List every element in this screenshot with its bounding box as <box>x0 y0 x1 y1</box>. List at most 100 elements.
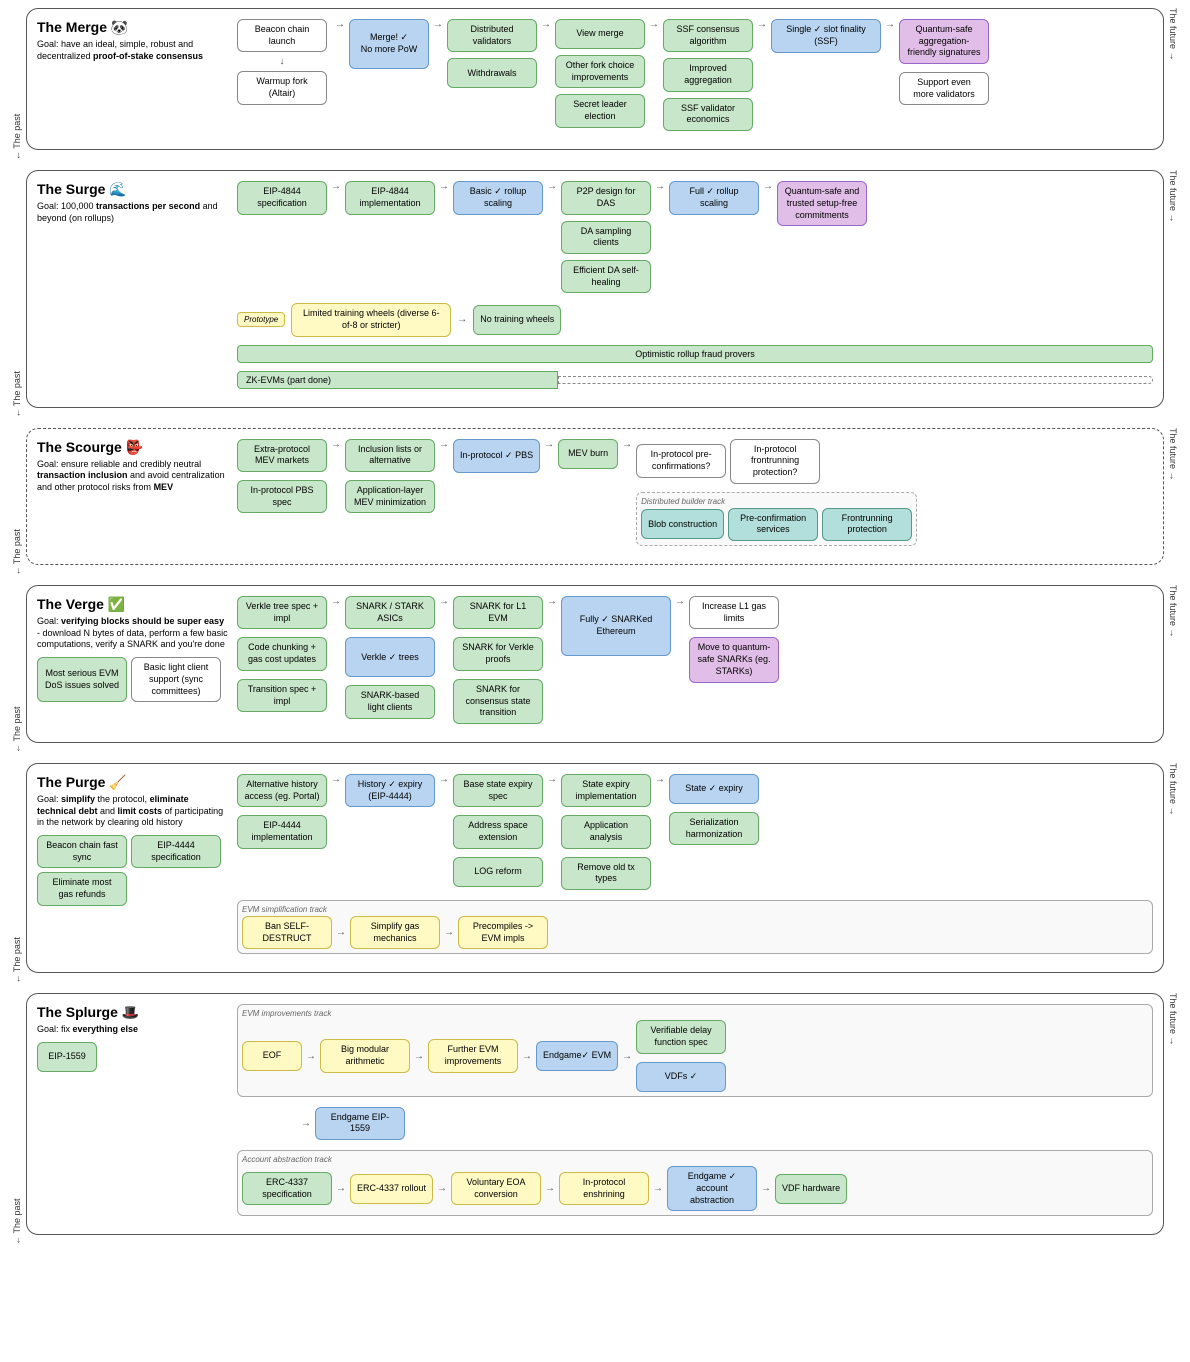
merge-node: Merge! ✓No more PoW <box>349 19 429 69</box>
ban-selfdestruct: Ban SELF-DESTRUCT <box>242 916 332 949</box>
purge-future-label: The future → <box>1164 763 1182 984</box>
app-layer-mev: Application-layer MEV minimization <box>345 480 435 513</box>
snark-verkle-proofs: SNARK for Verkle proofs <box>453 637 543 670</box>
verge-section: ← The past The Verge ✅ Goal: verifying b… <box>8 585 1182 753</box>
splurge-section: ← The past The Splurge 🎩 Goal: fix every… <box>8 993 1182 1245</box>
merge-goal: Goal: have an ideal, simple, robust and … <box>37 39 229 62</box>
merge-future-label: The future → <box>1164 8 1182 160</box>
evm-improvements-label: EVM improvements track <box>242 1009 1148 1018</box>
scarrow3 <box>544 439 554 450</box>
frontrunning-protection: In-protocol frontrunning protection? <box>730 439 820 484</box>
basic-rollup-scaling: Basic ✓ rollup scaling <box>453 181 543 214</box>
splurge-roadmap: The Splurge 🎩 Goal: fix everything else … <box>26 993 1164 1235</box>
code-chunking: Code chunking + gas cost updates <box>237 637 327 670</box>
eip4844-spec: EIP-4844 specification <box>237 181 327 214</box>
verge-roadmap: The Verge ✅ Goal: verifying blocks shoul… <box>26 585 1164 743</box>
scarrow1 <box>331 439 341 450</box>
beacon-chain-fast-sync: Beacon chain fast sync <box>37 835 127 868</box>
surge-future-label: The future → <box>1164 170 1182 418</box>
snark-stark-asics: SNARK / STARK ASICs <box>345 596 435 629</box>
sparrow5 <box>301 1118 311 1129</box>
sarrow3 <box>547 181 557 192</box>
view-merge: View merge <box>555 19 645 49</box>
da-sampling-clients: DA sampling clients <box>561 221 651 254</box>
endgame-account-abstraction: Endgame ✓ account abstraction <box>667 1166 757 1211</box>
limited-training-wheels: Limited training wheels (diverse 6-of-8 … <box>291 303 451 336</box>
most-serious-evm-dos: Most serious EVM DoS issues solved <box>37 657 127 702</box>
distributed-builder-label: Distributed builder track <box>641 497 912 506</box>
endgame-eip1559: Endgame EIP-1559 <box>315 1107 405 1140</box>
verkle-trees: Verkle ✓ trees <box>345 637 435 677</box>
verge-future-label: The future → <box>1164 585 1182 753</box>
surge-roadmap: The Surge 🌊 Goal: 100,000 transactions p… <box>26 170 1164 408</box>
address-space-extension: Address space extension <box>453 815 543 848</box>
eliminate-gas-refunds: Eliminate most gas refunds <box>37 872 127 905</box>
arrow5 <box>757 19 767 30</box>
parrow4 <box>655 774 665 785</box>
optimistic-rollup-bar: Optimistic rollup fraud provers <box>237 345 1153 363</box>
sparrow3 <box>522 1051 532 1062</box>
sparrow7 <box>437 1183 447 1194</box>
transition-spec: Transition spec + impl <box>237 679 327 712</box>
surge-past-label: ← The past <box>8 170 26 418</box>
arrow2 <box>433 19 443 30</box>
withdrawals: Withdrawals <box>447 58 537 88</box>
preconfirmation-services: Pre-confirmation services <box>728 508 818 541</box>
mev-burn: MEV burn <box>558 439 618 469</box>
remove-old-tx-types: Remove old tx types <box>561 857 651 890</box>
sparrow10 <box>761 1183 771 1194</box>
scourge-roadmap: The Scourge 👺 Goal: ensure reliable and … <box>26 428 1164 565</box>
sparrow1 <box>306 1051 316 1062</box>
merge-past-label: ← The past <box>8 8 26 160</box>
inclusion-lists: Inclusion lists or alternative <box>345 439 435 472</box>
single-slot-finality: Single ✓ slot finality (SSF) <box>771 19 881 53</box>
scourge-title: The Scourge 👺 <box>37 439 229 456</box>
account-abstraction-label: Account abstraction track <box>242 1155 1148 1164</box>
arrow6 <box>885 19 895 30</box>
snark-based-light-clients: SNARK-based light clients <box>345 685 435 718</box>
varrow2 <box>439 596 449 607</box>
voluntary-eoa-conversion: Voluntary EOA conversion <box>451 1172 541 1205</box>
merge-section: ← The past The Merge 🐼 Goal: have an ide… <box>8 8 1182 160</box>
sarrow4 <box>655 181 665 192</box>
purge-goal: Goal: simplify the protocol, eliminate t… <box>37 794 229 829</box>
endgame-evm: Endgame✓ EVM <box>536 1041 618 1071</box>
distributed-validators: Distributed validators <box>447 19 537 52</box>
in-protocol-pbs: In-protocol ✓ PBS <box>453 439 540 473</box>
scourge-goal: Goal: ensure reliable and credibly neutr… <box>37 459 229 494</box>
state-expiry-impl: State expiry implementation <box>561 774 651 807</box>
sparrow9 <box>653 1183 663 1194</box>
sarrow6 <box>457 314 467 325</box>
parrow2 <box>439 774 449 785</box>
warmup-fork: Warmup fork (Altair) <box>237 71 327 104</box>
beacon-chain-launch: Beacon chain launch <box>237 19 327 52</box>
vdf-spec: Verifiable delay function spec <box>636 1020 726 1053</box>
splurge-future-label: The future → <box>1164 993 1182 1245</box>
sparrow4 <box>622 1051 632 1062</box>
sarrow2 <box>439 181 449 192</box>
quantum-safe-sigs: Quantum-safe aggregation-friendly signat… <box>899 19 989 64</box>
ssf-validator-econ: SSF validator economics <box>663 98 753 131</box>
snark-consensus-state: SNARK for consensus state transition <box>453 679 543 724</box>
splurge-goal: Goal: fix everything else <box>37 1024 229 1036</box>
application-analysis: Application analysis <box>561 815 651 848</box>
verge-goal: Goal: verifying blocks should be super e… <box>37 616 229 651</box>
sparrow8 <box>545 1183 555 1194</box>
snark-l1-evm: SNARK for L1 EVM <box>453 596 543 629</box>
serialization-harmonization: Serialization harmonization <box>669 812 759 845</box>
scourge-section: ← The past The Scourge 👺 Goal: ensure re… <box>8 428 1182 575</box>
p2p-das: P2P design for DAS <box>561 181 651 214</box>
surge-goal: Goal: 100,000 transactions per second an… <box>37 201 229 224</box>
surge-title: The Surge 🌊 <box>37 181 229 198</box>
purge-past-label: ← The past <box>8 763 26 984</box>
extra-protocol-mev: Extra-protocol MEV markets <box>237 439 327 472</box>
verge-title: The Verge ✅ <box>37 596 229 613</box>
efficient-da: Efficient DA self-healing <box>561 260 651 293</box>
parrow1 <box>331 774 341 785</box>
erc4337-rollout: ERC-4337 rollout <box>350 1174 433 1204</box>
scourge-past-label: ← The past <box>8 428 26 575</box>
arrow3 <box>541 19 551 30</box>
secret-leader: Secret leader election <box>555 94 645 127</box>
sparrow2 <box>414 1051 424 1062</box>
purge-title: The Purge 🧹 <box>37 774 229 791</box>
